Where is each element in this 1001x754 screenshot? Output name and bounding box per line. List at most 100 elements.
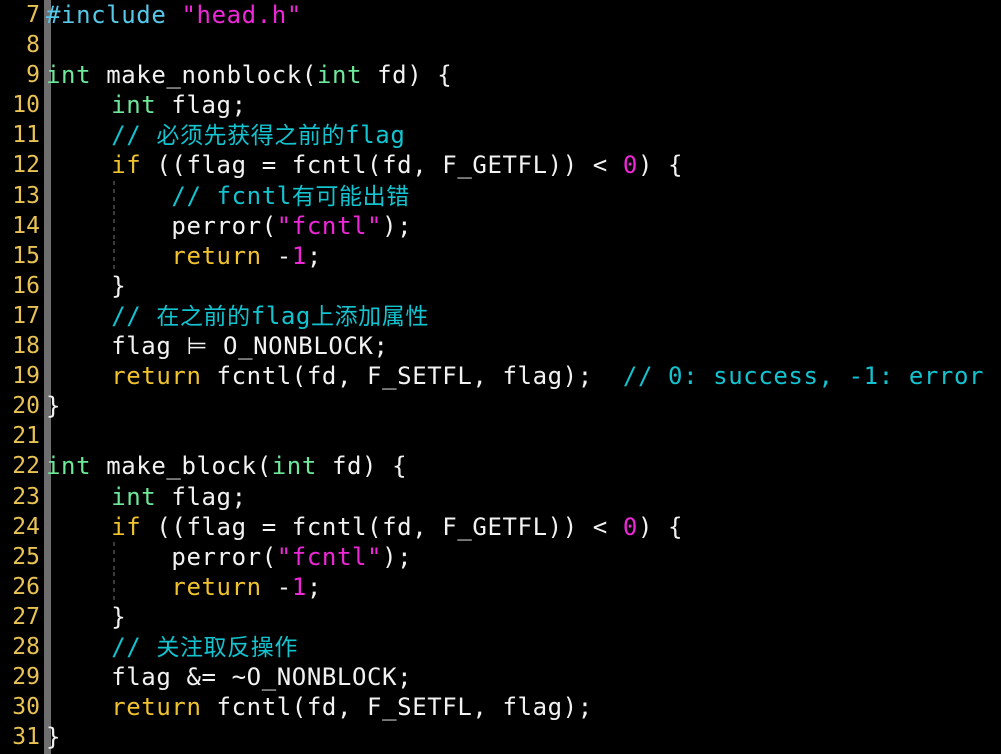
code-token: "fcntl" <box>276 542 383 571</box>
line-content[interactable]: return -1; <box>51 241 322 271</box>
code-line[interactable]: 11 // 必须先获得之前的flag <box>0 120 1001 150</box>
code-editor[interactable]: 7 #include "head.h" 8 9 int make_nonblock(in… <box>0 0 1001 754</box>
code-line[interactable]: 17 // 在之前的flag上添加属性 <box>0 301 1001 331</box>
line-content[interactable]: // 在之前的flag上添加属性 <box>51 301 429 332</box>
line-content[interactable]: perror("fcntl"); <box>51 542 412 572</box>
code-token: ⊨ <box>186 332 208 361</box>
code-line[interactable]: 22 int make_block(int fd) { <box>0 451 1001 481</box>
code-line[interactable]: 29 flag &= ~O_NONBLOCK; <box>0 662 1001 692</box>
line-content[interactable]: int make_nonblock(int fd) { <box>46 60 452 90</box>
line-number: 11 <box>12 122 40 149</box>
line-number: 25 <box>12 543 40 570</box>
code-token: int <box>316 61 363 90</box>
code-token: ) { <box>637 151 684 180</box>
line-content[interactable]: // 必须先获得之前的flag <box>51 120 405 151</box>
line-content[interactable]: // fcntl有可能出错 <box>51 181 410 212</box>
code-token: int <box>111 482 157 511</box>
code-line[interactable]: 12 if ((flag = fcntl(fd, F_GETFL)) < 0) … <box>0 150 1001 180</box>
code-token: int <box>46 61 92 90</box>
code-line[interactable]: 19 return fcntl(fd, F_SETFL, flag); // 0… <box>0 361 1001 391</box>
code-token: ((flag = fcntl(fd, F_GETFL)) < <box>141 151 623 180</box>
line-number: 28 <box>12 633 40 660</box>
code-token: 有可能出错 <box>291 183 410 210</box>
code-line[interactable]: 18 flag ⊨ O_NONBLOCK; <box>0 331 1001 361</box>
code-token: fd) { <box>316 452 408 481</box>
code-token: ((flag = fcntl(fd, F_GETFL)) < <box>141 512 623 541</box>
line-number: 13 <box>12 182 40 209</box>
line-number: 14 <box>12 212 40 239</box>
code-line[interactable]: 25 perror("fcntl"); <box>0 542 1001 572</box>
code-line-list[interactable]: 7 #include "head.h" 8 9 int make_nonblock(in… <box>0 0 1001 752</box>
code-token: - <box>261 572 292 601</box>
code-token: return <box>111 693 202 722</box>
code-line[interactable]: 30 return fcntl(fd, F_SETFL, flag); <box>0 692 1001 722</box>
line-content[interactable]: if ((flag = fcntl(fd, F_GETFL)) < 0) { <box>51 150 683 180</box>
code-token: // 0: success, -1: error <box>622 362 985 391</box>
code-line[interactable]: 9 int make_nonblock(int fd) { <box>0 60 1001 90</box>
code-line[interactable]: 14 perror("fcntl"); <box>0 211 1001 241</box>
code-line[interactable]: 28 // 关注取反操作 <box>0 632 1001 662</box>
line-content[interactable]: // 关注取反操作 <box>51 632 298 663</box>
code-token: 在之前的 <box>156 303 251 330</box>
code-token: - <box>261 241 292 270</box>
line-content[interactable]: flag ⊨ O_NONBLOCK; <box>51 331 389 361</box>
line-number: 27 <box>12 603 40 630</box>
code-token: flag; <box>156 91 247 120</box>
code-line[interactable]: 27 } <box>0 602 1001 632</box>
code-line[interactable]: 15 return -1; <box>0 241 1001 271</box>
line-content[interactable]: #include "head.h" <box>46 0 302 30</box>
code-token: fd) { <box>362 61 453 90</box>
line-content[interactable]: if ((flag = fcntl(fd, F_GETFL)) < 0) { <box>51 512 683 542</box>
code-token: ; <box>306 241 322 270</box>
code-line[interactable]: 21 <box>0 421 1001 451</box>
line-content[interactable]: } <box>51 602 126 632</box>
code-token: 1 <box>291 572 307 601</box>
code-line[interactable]: 20} <box>0 391 1001 421</box>
code-token: // <box>51 301 157 330</box>
line-content[interactable]: } <box>51 271 126 301</box>
code-token: } <box>51 271 127 300</box>
code-line[interactable]: 13 // fcntl有可能出错 <box>0 181 1001 211</box>
code-token: make_block( <box>91 452 272 481</box>
code-line[interactable]: 23 int flag; <box>0 482 1001 512</box>
line-content[interactable]: int flag; <box>51 90 247 120</box>
code-token: flag <box>250 301 311 330</box>
code-token: // <box>51 121 157 150</box>
line-content[interactable]: return fcntl(fd, F_SETFL, flag); // 0: s… <box>51 361 984 391</box>
code-token: fcntl(fd, F_SETFL, flag); <box>201 362 623 391</box>
line-content[interactable]: int flag; <box>51 482 247 512</box>
code-token: flag &= ~O_NONBLOCK; <box>51 663 413 692</box>
line-number: 22 <box>12 453 40 480</box>
code-line[interactable]: 26 return -1; <box>0 572 1001 602</box>
line-content[interactable]: return -1; <box>51 572 322 602</box>
code-line[interactable]: 7 #include "head.h" <box>0 0 1001 30</box>
line-content[interactable]: int make_block(int fd) { <box>46 451 407 481</box>
code-token: ); <box>382 542 413 571</box>
code-line[interactable]: 16 } <box>0 271 1001 301</box>
code-line[interactable]: 31} <box>0 722 1001 752</box>
code-token: flag <box>51 332 187 361</box>
code-token: } <box>46 392 62 421</box>
code-token: return <box>111 362 202 391</box>
line-number: 18 <box>12 333 40 360</box>
line-number: 12 <box>12 152 40 179</box>
line-number: 26 <box>12 573 40 600</box>
code-line[interactable]: 8 <box>0 30 1001 60</box>
line-content[interactable]: return fcntl(fd, F_SETFL, flag); <box>51 692 593 722</box>
code-line[interactable]: 24 if ((flag = fcntl(fd, F_GETFL)) < 0) … <box>0 512 1001 542</box>
line-content[interactable]: perror("fcntl"); <box>51 211 412 241</box>
line-content[interactable]: } <box>46 391 61 421</box>
code-token: return <box>171 572 262 601</box>
line-content[interactable]: } <box>46 722 61 752</box>
code-token: ) { <box>637 512 684 541</box>
code-token: flag <box>345 121 406 150</box>
line-content[interactable]: flag &= ~O_NONBLOCK; <box>51 662 412 692</box>
code-line[interactable]: 10 int flag; <box>0 90 1001 120</box>
line-number: 24 <box>12 513 40 540</box>
line-number: 7 <box>26 2 40 28</box>
